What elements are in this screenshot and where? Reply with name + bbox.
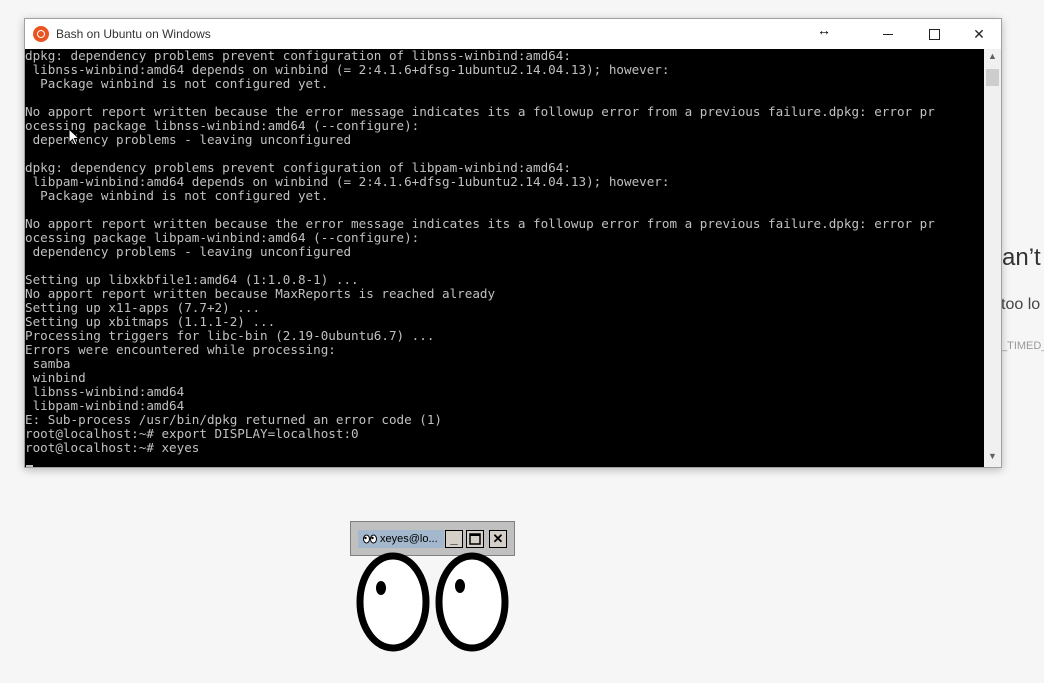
xeyes-minimize-icon: _: [450, 531, 458, 546]
terminal-line: ocessing package libnss-winbind:amd64 (-…: [25, 118, 420, 133]
xeyes-maximize-icon: [469, 533, 481, 545]
maximize-button[interactable]: [911, 19, 957, 49]
terminal-line: dependency problems - leaving unconfigur…: [25, 132, 352, 147]
terminal-line: No apport report written because MaxRepo…: [25, 286, 496, 301]
minimize-button[interactable]: [865, 19, 911, 49]
terminal-line: No apport report written because the err…: [25, 216, 935, 231]
terminal-scrollbar[interactable]: ▲ ▼: [984, 49, 1001, 467]
background-text-fragment: too lo: [1001, 296, 1041, 313]
xeyes-minimize-button[interactable]: _: [445, 530, 463, 548]
scroll-up-icon[interactable]: ▲: [984, 51, 1001, 65]
terminal-line: Package winbind is not configured yet.: [25, 188, 329, 203]
terminal-line: dpkg: dependency problems prevent config…: [25, 49, 571, 63]
right-pupil: [455, 579, 465, 593]
scroll-down-icon[interactable]: ▼: [984, 451, 1001, 465]
terminal-cursor: [26, 465, 33, 467]
terminal-output[interactable]: dpkg: dependency problems prevent config…: [25, 49, 984, 467]
scroll-thumb[interactable]: [986, 69, 999, 86]
terminal-line: Setting up x11-apps (7.7+2) ...: [25, 300, 261, 315]
terminal-line: Setting up xbitmaps (1.1.1-2) ...: [25, 314, 276, 329]
left-eye: [356, 552, 430, 652]
terminal-line: Processing triggers for libc-bin (2.19-0…: [25, 328, 435, 343]
terminal-line: root@localhost:~# export DISPLAY=localho…: [25, 426, 359, 441]
xeyes-close-button[interactable]: ✕: [489, 530, 507, 548]
terminal-line: libnss-winbind:amd64 depends on winbind …: [25, 62, 670, 77]
eyes-icon: [363, 534, 377, 544]
resize-cursor-icon: ↔: [817, 22, 831, 38]
terminal-line: No apport report written because the err…: [25, 104, 935, 119]
terminal-line: dpkg: dependency problems prevent config…: [25, 160, 571, 175]
close-icon: ✕: [973, 25, 985, 42]
terminal-line: E: Sub-process /usr/bin/dpkg returned an…: [25, 412, 443, 427]
terminal-line: winbind: [25, 370, 86, 385]
terminal-line: Errors were encountered while processing…: [25, 342, 336, 357]
background-heading-fragment: an’t: [1002, 244, 1041, 271]
xeyes-close-icon: ✕: [492, 531, 504, 546]
xeyes-titlebar[interactable]: xeyes@lo... _ ✕: [355, 527, 510, 551]
ubuntu-icon[interactable]: [33, 26, 49, 42]
bash-window-title: Bash on Ubuntu on Windows: [56, 27, 211, 41]
terminal-line: ocessing package libpam-winbind:amd64 (-…: [25, 230, 420, 245]
xeyes-window[interactable]: xeyes@lo... _ ✕: [350, 521, 515, 556]
background-code-fragment: _TIMED_: [1001, 340, 1044, 352]
xeyes-window-title: xeyes@lo...: [358, 530, 444, 548]
terminal-line: libpam-winbind:amd64: [25, 398, 185, 413]
desktop: an’t too lo _TIMED_ Bash on Ubuntu on Wi…: [0, 0, 1044, 683]
terminal-line: samba: [25, 356, 71, 371]
minimize-icon: [883, 33, 893, 35]
terminal-line: libpam-winbind:amd64 depends on winbind …: [25, 174, 670, 189]
terminal-line: Package winbind is not configured yet.: [25, 76, 329, 91]
xeyes-maximize-button[interactable]: [466, 530, 484, 548]
mouse-pointer-icon: [68, 128, 80, 146]
maximize-icon: [928, 28, 940, 40]
left-pupil: [376, 581, 386, 595]
terminal-line: libnss-winbind:amd64: [25, 384, 185, 399]
bash-window[interactable]: Bash on Ubuntu on Windows ↔ ✕ dpkg: depe…: [24, 18, 1002, 468]
xeyes-eyes: [356, 552, 509, 652]
terminal-line: dependency problems - leaving unconfigur…: [25, 244, 352, 259]
terminal-line: Setting up libxkbfile1:amd64 (1:1.0.8-1)…: [25, 272, 359, 287]
right-eye: [435, 552, 509, 652]
close-button[interactable]: ✕: [956, 19, 1002, 49]
terminal-line: root@localhost:~# xeyes: [25, 440, 200, 455]
xeyes-title-text: xeyes@lo...: [380, 533, 438, 545]
bash-titlebar[interactable]: Bash on Ubuntu on Windows ↔ ✕: [25, 19, 1001, 49]
